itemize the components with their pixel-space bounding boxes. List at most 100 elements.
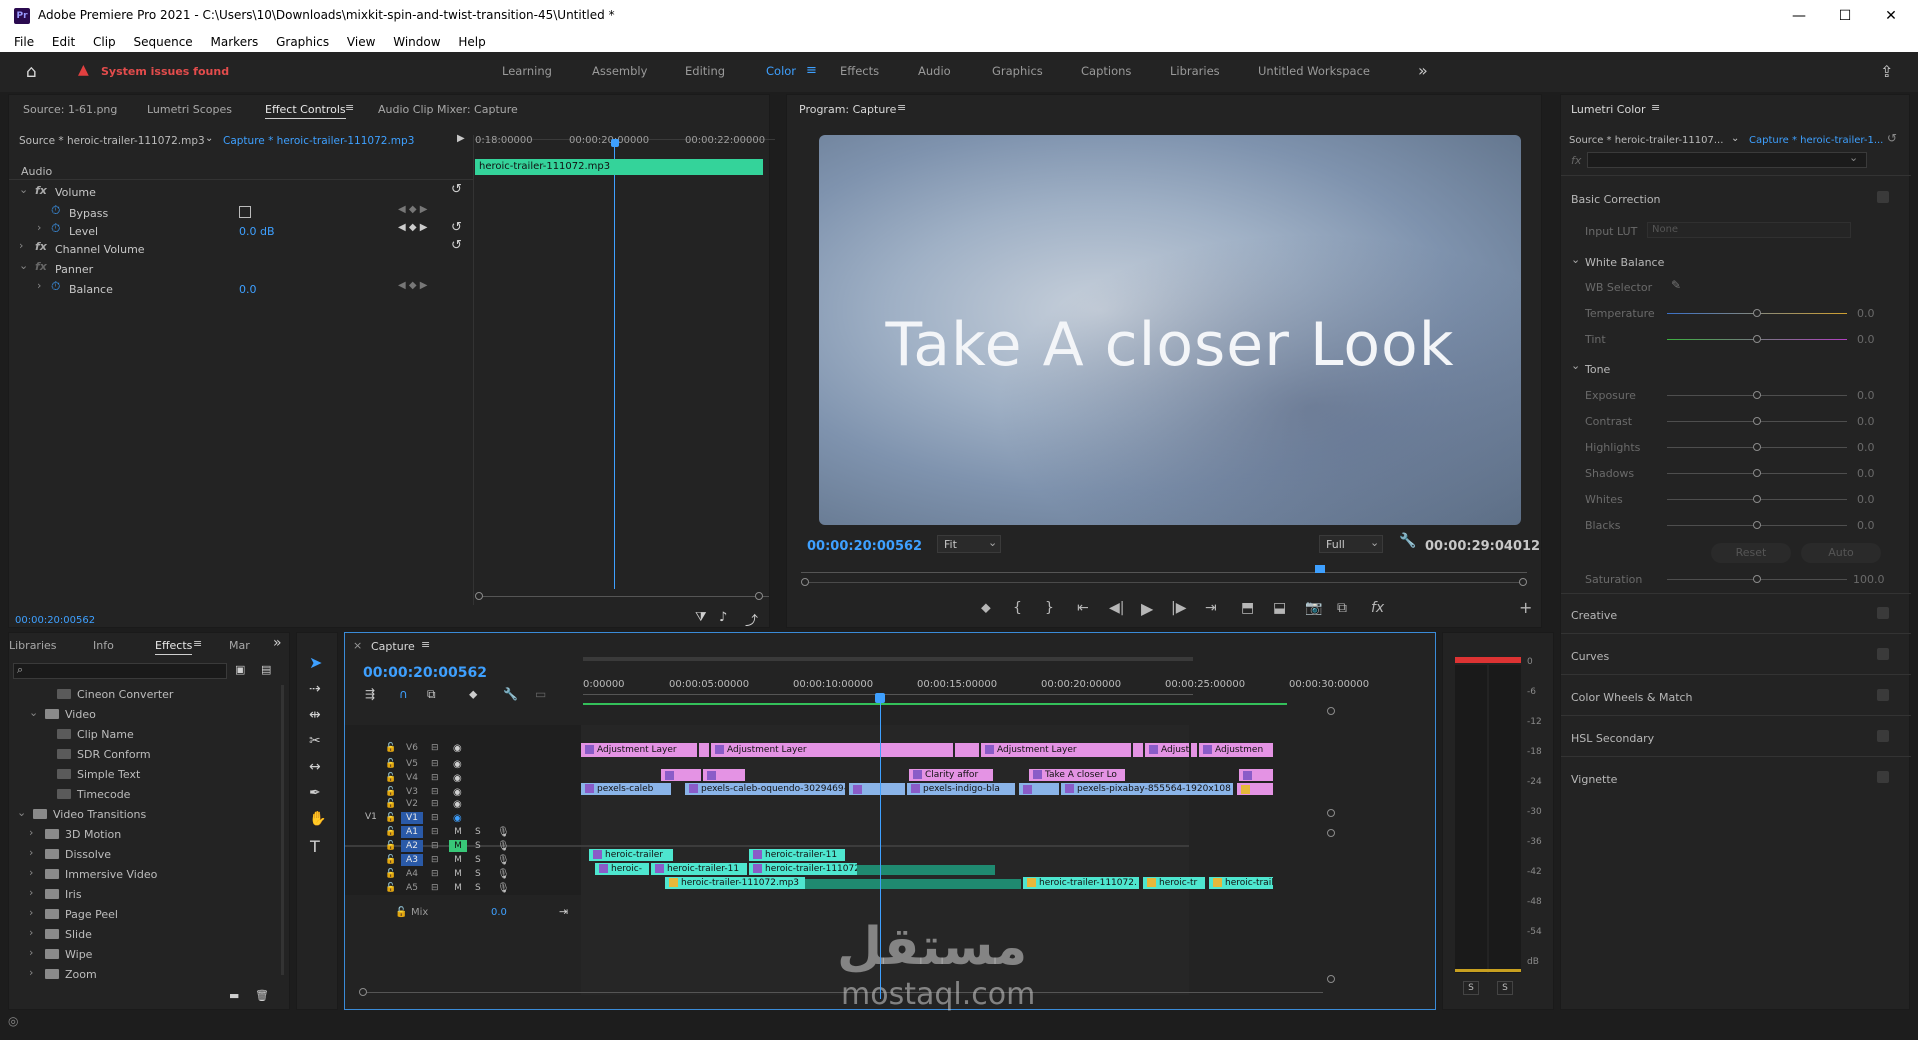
clip-adjustment-layer[interactable]	[1133, 743, 1143, 757]
clip-audio[interactable]: heroic-tr	[1143, 877, 1205, 889]
mute-button[interactable]: M	[449, 868, 467, 880]
track-target-toggle[interactable]: A2	[401, 840, 423, 852]
saturation-value[interactable]: 100.0	[1853, 573, 1885, 586]
close-button[interactable]: ✕	[1868, 0, 1914, 32]
effects-tree-item[interactable]: Clip Name	[9, 725, 277, 743]
track-target-toggle[interactable]: V5	[401, 758, 423, 770]
menu-graphics[interactable]: Graphics	[276, 32, 329, 52]
effects-tree-item[interactable]: ⌄ Video	[9, 705, 277, 723]
comparison-view-icon[interactable]: ⧉	[1337, 600, 1347, 616]
clip-pexels[interactable]: pexels-caleb	[581, 783, 671, 795]
track-target-toggle[interactable]: V2	[401, 798, 423, 810]
lock-icon[interactable]: 🔓	[385, 827, 396, 837]
effects-tree-item[interactable]: ⌄ Video Transitions	[9, 805, 277, 823]
exposure-value[interactable]: 0.0	[1857, 389, 1875, 402]
clip-video[interactable]	[1237, 783, 1273, 795]
tab-audio-clip-mixer[interactable]: Audio Clip Mixer: Capture	[378, 103, 518, 116]
hsl-secondary-toggle[interactable]	[1877, 730, 1889, 742]
clip-pexels[interactable]	[849, 783, 905, 795]
av-divider[interactable]	[345, 845, 1189, 847]
lock-icon[interactable]: 🔓	[385, 883, 396, 893]
expand-arrow-icon[interactable]: ›	[37, 221, 41, 234]
clip-title[interactable]: Take A closer Lo	[1029, 769, 1125, 781]
fx-toggle-icon[interactable]: fx	[1371, 600, 1384, 616]
ripple-edit-tool-icon[interactable]: ⇹	[309, 707, 321, 723]
lock-icon[interactable]: 🔓	[385, 855, 396, 865]
go-to-in-icon[interactable]: ⇤	[1077, 600, 1089, 616]
expand-arrow-icon[interactable]: ›	[29, 926, 33, 939]
lock-icon[interactable]: 🔓	[385, 773, 396, 783]
hsl-secondary-header[interactable]: HSL Secondary	[1571, 732, 1654, 745]
captions-icon[interactable]: ▭	[535, 687, 546, 701]
auto-button[interactable]: Auto	[1801, 543, 1881, 563]
scroll-handle[interactable]	[1519, 578, 1527, 586]
bypass-checkbox[interactable]	[239, 206, 251, 218]
solo-button[interactable]: S	[475, 855, 481, 865]
panel-menu-icon[interactable]: ≡	[1651, 101, 1660, 114]
eye-icon[interactable]: ◉	[453, 799, 462, 810]
ec-balance-value[interactable]: 0.0	[239, 283, 257, 296]
effects-tree-item[interactable]: › 3D Motion	[9, 825, 277, 843]
wrench-icon[interactable]: 🔧	[503, 687, 518, 701]
new-bin-icon[interactable]: ▬	[229, 989, 239, 1002]
menu-file[interactable]: File	[14, 32, 34, 52]
scroll-handle[interactable]	[755, 592, 763, 600]
lock-icon[interactable]: 🔓	[395, 907, 407, 918]
add-marker-icon[interactable]: ⬥	[469, 687, 477, 702]
program-playhead[interactable]	[1315, 565, 1325, 573]
ec-playhead[interactable]	[611, 139, 619, 147]
ec-target-clip[interactable]: Capture * heroic-trailer-111072.mp3	[223, 135, 414, 147]
clip-audio[interactable]: heroic-trail	[1209, 877, 1273, 889]
clip-clarity[interactable]: Clarity affor	[909, 769, 993, 781]
keyframe-nav-icon[interactable]: ◀ ◆ ▶	[398, 280, 427, 291]
keyframe-nav-icon[interactable]: ◀ ◆ ▶	[398, 204, 427, 215]
status-icon[interactable]: ◎	[8, 1014, 18, 1028]
lumetri-effect-dropdown[interactable]	[1587, 152, 1867, 168]
trash-icon[interactable]: 🗑	[255, 989, 269, 1002]
ec-clip-bar[interactable]: heroic-trailer-111072.mp3	[475, 159, 763, 175]
ws-tab-libraries[interactable]: Libraries	[1170, 64, 1220, 78]
track-target-toggle[interactable]: A4	[401, 868, 423, 880]
menu-edit[interactable]: Edit	[52, 32, 75, 52]
chevron-down-icon[interactable]: ⌄	[205, 133, 213, 144]
highlights-value[interactable]: 0.0	[1857, 441, 1875, 454]
scroll-handle[interactable]	[1327, 829, 1335, 837]
accelerated-effects-icon[interactable]: ▣	[235, 663, 245, 676]
scroll-handle[interactable]	[1327, 707, 1335, 715]
effects-tree-item[interactable]: › Immersive Video	[9, 865, 277, 883]
lift-icon[interactable]: ⬒	[1241, 600, 1254, 616]
lock-icon[interactable]: 🔓	[385, 787, 396, 797]
step-back-icon[interactable]: ◀|	[1109, 600, 1124, 616]
menu-window[interactable]: Window	[393, 32, 440, 52]
shadows-value[interactable]: 0.0	[1857, 467, 1875, 480]
mute-button[interactable]: M	[449, 882, 467, 894]
solo-button[interactable]: S	[475, 869, 481, 879]
filter-icon[interactable]: ⧩	[695, 610, 707, 625]
expand-arrow-icon[interactable]: ›	[29, 826, 33, 839]
tint-knob[interactable]	[1753, 335, 1761, 343]
system-issues-alert[interactable]: System issues found	[101, 65, 229, 78]
menu-view[interactable]: View	[347, 32, 375, 52]
maximize-button[interactable]: ☐	[1822, 0, 1868, 32]
clip-video[interactable]	[1239, 769, 1273, 781]
hamburger-menu-icon[interactable]: ≡	[806, 63, 817, 78]
white-balance-header[interactable]: White Balance	[1585, 256, 1664, 269]
type-tool-icon[interactable]: T	[310, 837, 320, 856]
eyedropper-icon[interactable]: ✎	[1671, 278, 1681, 292]
effects-tree-item[interactable]: Timecode	[9, 785, 277, 803]
ws-tab-captions[interactable]: Captions	[1081, 64, 1131, 78]
chevron-down-icon[interactable]: ⌄	[1731, 133, 1739, 144]
blacks-knob[interactable]	[1753, 521, 1761, 529]
source-patch-v1[interactable]: V1	[365, 812, 377, 822]
scroll-handle[interactable]	[801, 578, 809, 586]
microphone-icon[interactable]: 🎙	[497, 855, 510, 866]
stopwatch-icon[interactable]: ⏱	[51, 221, 60, 236]
close-icon[interactable]: ×	[353, 639, 362, 652]
vignette-toggle[interactable]	[1877, 771, 1889, 783]
sync-lock-icon[interactable]: ⊟	[431, 813, 439, 823]
track-target-toggle[interactable]: A3	[401, 854, 423, 866]
track-target-toggle[interactable]: V4	[401, 772, 423, 784]
clip-adjustment-layer[interactable]: Adjustmen	[1199, 743, 1273, 757]
hand-tool-icon[interactable]: ✋	[309, 811, 326, 827]
scroll-handle[interactable]	[475, 592, 483, 600]
